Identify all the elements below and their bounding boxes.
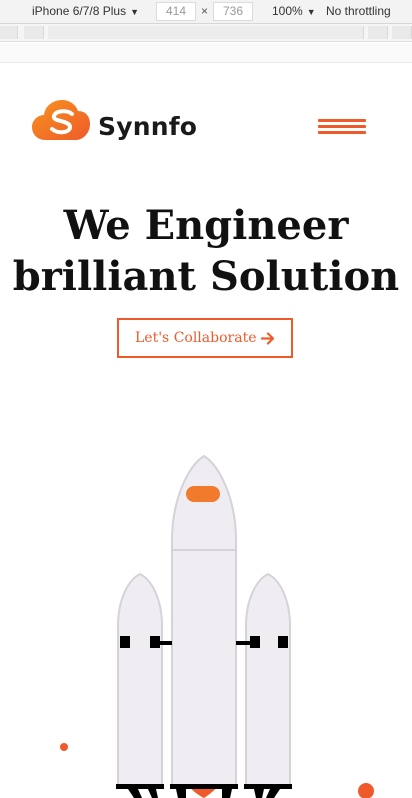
ruler-bar: [0, 43, 412, 63]
device-selector[interactable]: iPhone 6/7/8 Plus ▼: [32, 4, 139, 18]
hamburger-icon: [318, 119, 366, 122]
menu-button[interactable]: [318, 119, 366, 135]
media-query-segment[interactable]: [0, 26, 18, 39]
hamburger-icon: [318, 125, 366, 128]
arrow-right-icon: [261, 332, 275, 345]
device-name: iPhone 6/7/8 Plus: [32, 4, 127, 18]
hero-title-line2: brilliant Solution: [12, 253, 400, 300]
media-query-segment[interactable]: [368, 26, 388, 39]
media-query-bar: [0, 24, 412, 42]
dimension-separator: ×: [201, 4, 209, 18]
hero-title-line1: We Engineer: [63, 202, 349, 249]
zoom-selector[interactable]: 100% ▼: [272, 4, 316, 18]
chevron-down-icon: ▼: [306, 7, 316, 17]
devtools-device-toolbar: iPhone 6/7/8 Plus ▼ 414 × 736 100% ▼ No th…: [0, 0, 412, 24]
throttling-value: No throttling: [326, 4, 391, 18]
media-query-segment[interactable]: [24, 26, 44, 39]
decorative-dot: [358, 783, 374, 798]
hero-title: We Engineer brilliant Solution: [0, 200, 412, 302]
decorative-dot: [60, 743, 68, 751]
media-query-segment[interactable]: [48, 26, 364, 39]
brand-name: Synnfo: [98, 112, 198, 141]
chevron-down-icon: ▼: [130, 7, 139, 17]
media-query-segment[interactable]: [392, 26, 412, 39]
hamburger-icon: [318, 131, 366, 134]
site-logo[interactable]: Synnfo: [32, 100, 197, 146]
viewport-width-input[interactable]: 414: [156, 2, 196, 21]
cloud-s-icon: [32, 100, 90, 140]
collaborate-button-label: Let's Collaborate: [135, 330, 257, 346]
zoom-value: 100%: [272, 4, 303, 18]
viewport-height-input[interactable]: 736: [213, 2, 253, 21]
throttling-selector[interactable]: No throttling: [326, 4, 391, 18]
collaborate-button[interactable]: Let's Collaborate: [117, 318, 293, 358]
